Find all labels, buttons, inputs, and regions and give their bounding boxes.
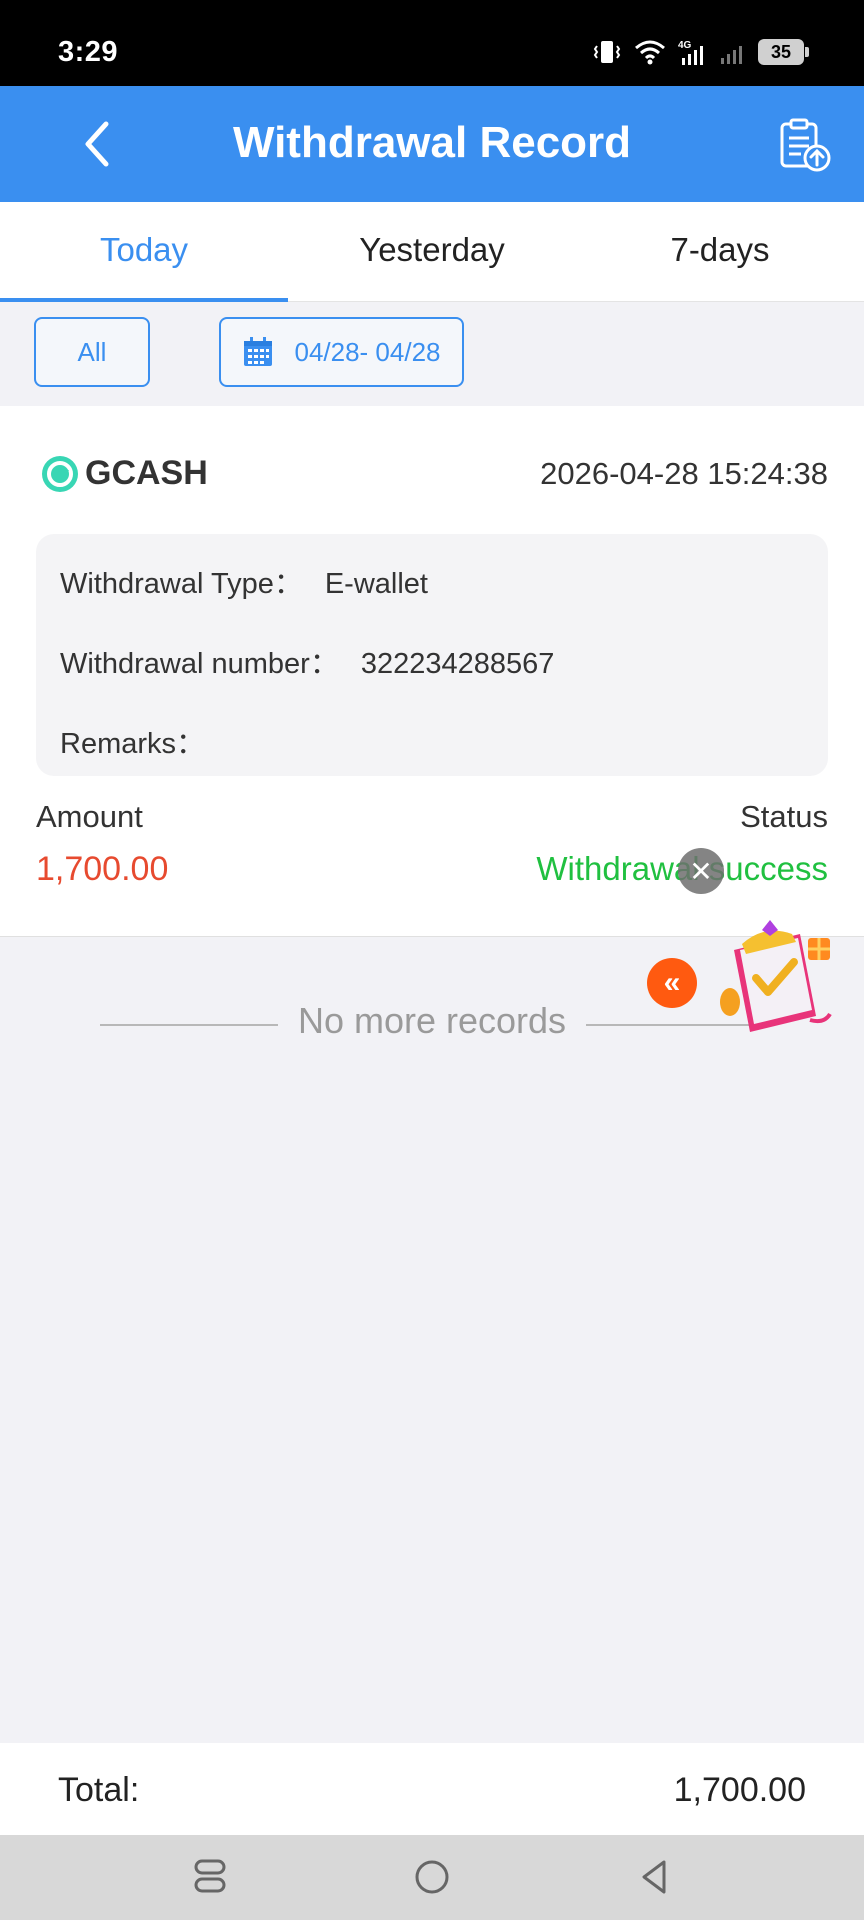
tab-today[interactable]: Today bbox=[0, 202, 288, 302]
record-header: GCASH 2026-04-28 15:24:38 bbox=[36, 450, 828, 496]
tab-yesterday[interactable]: Yesterday bbox=[288, 202, 576, 301]
status-time: 3:29 bbox=[58, 36, 119, 68]
withdrawal-number-row: Withdrawal number： 322234288567 bbox=[60, 640, 554, 682]
tab-7-days[interactable]: 7-days bbox=[576, 202, 864, 301]
battery-icon: 35 bbox=[758, 39, 809, 65]
recents-button[interactable] bbox=[188, 1855, 232, 1899]
status-label: Status bbox=[740, 799, 828, 834]
clipboard-upload-button[interactable] bbox=[774, 116, 834, 176]
withdrawal-record-card[interactable]: GCASH 2026-04-28 15:24:38 Withdrawal Typ… bbox=[0, 406, 864, 937]
status-bar: 3:29 4G 35 bbox=[0, 0, 864, 86]
withdrawal-number-value: 322234288567 bbox=[360, 648, 555, 680]
calendar-icon bbox=[244, 337, 273, 366]
back-nav-button[interactable] bbox=[632, 1855, 676, 1899]
filter-all-label: All bbox=[77, 336, 107, 367]
gcash-logo-icon bbox=[42, 456, 78, 492]
clipboard-upload-icon bbox=[780, 118, 831, 172]
withdrawal-number-label: Withdrawal number： bbox=[60, 648, 339, 680]
total-label: Total: bbox=[58, 1771, 140, 1809]
total-value: 1,700.00 bbox=[673, 1771, 806, 1809]
wifi-icon bbox=[635, 40, 665, 65]
recents-icon bbox=[194, 1859, 226, 1893]
home-icon bbox=[415, 1860, 449, 1894]
withdrawal-type-label: Withdrawal Type： bbox=[60, 568, 303, 600]
payment-method-name: GCASH bbox=[85, 454, 208, 492]
filter-all-button[interactable]: All bbox=[34, 317, 150, 387]
date-tabs: Today Yesterday 7-days bbox=[0, 202, 864, 302]
date-range-label: 04/28- 04/28 bbox=[294, 336, 441, 367]
double-chevron-left-icon: « bbox=[663, 966, 681, 999]
signal-4g-icon: 4G bbox=[678, 40, 703, 65]
page-title: Withdrawal Record bbox=[232, 118, 632, 167]
triangle-back-icon bbox=[642, 1860, 666, 1894]
amount-value: 1,700.00 bbox=[36, 850, 169, 888]
record-details: Withdrawal Type： E-wallet Withdrawal numb… bbox=[36, 534, 828, 776]
vibrate-icon bbox=[593, 41, 621, 63]
collapse-floating-button[interactable]: « bbox=[647, 958, 697, 1008]
withdrawal-type-value: E-wallet bbox=[324, 568, 428, 600]
home-button[interactable] bbox=[410, 1855, 454, 1899]
close-icon: ✕ bbox=[689, 855, 713, 887]
remarks-row: Remarks： bbox=[60, 720, 227, 762]
filter-bar: All 04/28- 04/28 bbox=[0, 302, 864, 406]
gift-checklist-icon bbox=[720, 920, 832, 1032]
record-datetime: 2026-04-28 15:24:38 bbox=[540, 456, 828, 491]
withdrawal-type-row: Withdrawal Type： E-wallet bbox=[60, 560, 428, 602]
close-floating-button[interactable]: ✕ bbox=[678, 848, 724, 894]
amount-label: Amount bbox=[36, 799, 143, 834]
remarks-label: Remarks： bbox=[60, 728, 206, 760]
promo-floating-widget[interactable] bbox=[712, 920, 834, 1040]
svg-text:4G: 4G bbox=[678, 40, 692, 51]
status-icons: 4G 35 bbox=[592, 38, 809, 66]
total-bar: Total: 1,700.00 bbox=[0, 1743, 864, 1835]
date-range-button[interactable]: 04/28- 04/28 bbox=[219, 317, 464, 387]
system-nav-bar bbox=[0, 1835, 864, 1920]
signal-icon bbox=[721, 46, 742, 64]
app-header: Withdrawal Record bbox=[0, 86, 864, 202]
